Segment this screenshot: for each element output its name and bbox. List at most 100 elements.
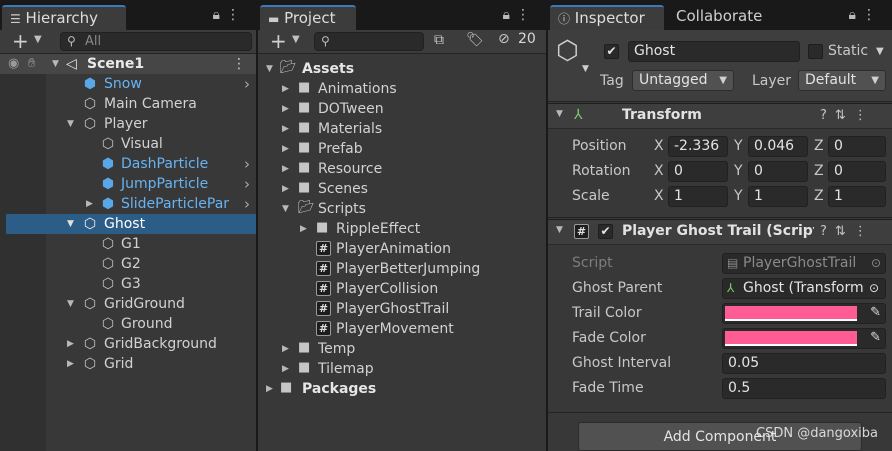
lock-icon[interactable]: 🔒︎ (849, 7, 862, 23)
hierarchy-item-dashparticle[interactable]: ⬢ DashParticle › (0, 154, 256, 174)
scene-menu-icon[interactable]: ⋮ (232, 54, 246, 74)
lock-icon[interactable]: 🔒︎ (213, 7, 226, 23)
project-script-playeranimation[interactable]: # PlayerAnimation (258, 239, 546, 259)
create-dropdown-icon[interactable]: ▼ (292, 34, 300, 45)
project-script-playercollision[interactable]: # PlayerCollision (258, 279, 546, 299)
collapsed-caret-icon[interactable]: ▶ (300, 219, 307, 239)
position-x-field[interactable]: -2.336 (668, 136, 728, 157)
scale-y-field[interactable]: 1 (748, 186, 808, 207)
object-picker-icon[interactable]: ⊙ (863, 279, 885, 298)
icon-dropdown-icon[interactable]: ▼ (582, 64, 589, 74)
tag-dropdown[interactable]: Untagged ▼ (632, 70, 734, 91)
create-button[interactable]: + (12, 30, 29, 52)
tab-collaborate[interactable]: Collaborate (676, 5, 762, 30)
kebab-menu-icon[interactable]: ⋮ (854, 224, 875, 239)
project-folder-prefab[interactable]: ▶ ■ Prefab (258, 139, 546, 159)
fade-color-swatch[interactable] (725, 331, 857, 346)
hierarchy-item-snow[interactable]: ⬢ Snow › (0, 74, 256, 94)
open-prefab-arrow-icon[interactable]: › (244, 174, 250, 194)
trail-color-field[interactable]: ✎ (722, 303, 886, 324)
kebab-menu-icon[interactable]: ⋮ (226, 7, 246, 23)
expand-caret-icon[interactable]: ▼ (67, 114, 74, 134)
collapsed-caret-icon[interactable]: ▶ (282, 339, 289, 359)
tab-project[interactable]: ▬ Project (260, 5, 356, 30)
ghost-interval-field[interactable]: 0.05 (722, 353, 886, 374)
collapsed-caret-icon[interactable]: ▶ (67, 334, 74, 354)
trail-color-swatch[interactable] (725, 306, 857, 321)
project-folder-temp[interactable]: ▶ ■ Temp (258, 339, 546, 359)
scene-expand-caret-icon[interactable]: ▼ (52, 54, 59, 74)
rotation-x-field[interactable]: 0 (668, 161, 728, 182)
project-folder-resource[interactable]: ▶ ■ Resource (258, 159, 546, 179)
lock-icon[interactable]: 🔒︎ (503, 7, 516, 23)
transform-header[interactable]: ▼ ⅄ Transform ?⇅⋮ (548, 103, 892, 129)
fade-color-field[interactable]: ✎ (722, 328, 886, 349)
eyedropper-icon[interactable]: ✎ (870, 305, 881, 320)
scale-z-field[interactable]: 1 (828, 186, 886, 207)
object-name-field[interactable]: Ghost (628, 41, 800, 62)
hierarchy-item-slideparticle[interactable]: ▶ ⬢ SlideParticlePar › (0, 194, 256, 214)
pickable-hand-icon[interactable]: ✋︎ (28, 54, 35, 74)
collapsed-caret-icon[interactable]: ▶ (282, 359, 289, 379)
position-y-field[interactable]: 0.046 (748, 136, 808, 157)
hierarchy-item-g3[interactable]: ⬡ G3 (0, 274, 256, 294)
search-by-label-icon[interactable]: 🏷︎ (466, 32, 484, 48)
expand-caret-icon[interactable]: ▼ (67, 294, 74, 314)
position-z-field[interactable]: 0 (828, 136, 886, 157)
hierarchy-item-gridground[interactable]: ▼ ⬡ GridGround (0, 294, 256, 314)
component-enabled-checkbox[interactable]: ✔ (598, 224, 613, 239)
project-folder-animations[interactable]: ▶ ■ Animations (258, 79, 546, 99)
hierarchy-item-ground[interactable]: ⬡ Ground (0, 314, 256, 334)
rotation-z-field[interactable]: 0 (828, 161, 886, 182)
rotation-y-field[interactable]: 0 (748, 161, 808, 182)
project-search-input[interactable]: ⚲ (314, 32, 424, 51)
kebab-menu-icon[interactable]: ⋮ (854, 108, 875, 123)
collapsed-caret-icon[interactable]: ▶ (282, 159, 289, 179)
collapsed-caret-icon[interactable]: ▶ (266, 379, 273, 399)
project-script-playerghosttrail[interactable]: # PlayerGhostTrail (258, 299, 546, 319)
collapsed-caret-icon[interactable]: ▶ (282, 139, 289, 159)
hierarchy-item-g2[interactable]: ⬡ G2 (0, 254, 256, 274)
help-icon[interactable]: ? (820, 108, 835, 123)
hierarchy-search-input[interactable]: ⚲ All (60, 32, 252, 51)
project-packages-root[interactable]: ▶ ■ Packages (258, 379, 546, 399)
tab-inspector[interactable]: ⓘ Inspector (550, 5, 664, 30)
hierarchy-item-jumpparticle[interactable]: ⬢ JumpParticle › (0, 174, 256, 194)
collapsed-caret-icon[interactable]: ▶ (282, 99, 289, 119)
hierarchy-item-g1[interactable]: ⬡ G1 (0, 234, 256, 254)
open-prefab-arrow-icon[interactable]: › (244, 194, 250, 214)
ghost-trail-header[interactable]: ▼ # ✔ Player Ghost Trail (Script) ?⇅⋮ (548, 219, 892, 245)
collapsed-caret-icon[interactable]: ▶ (282, 119, 289, 139)
hidden-packages-icon[interactable]: ⊘ (498, 31, 510, 47)
create-asset-button[interactable]: + (270, 30, 287, 52)
presets-icon[interactable]: ⇅ (835, 108, 854, 123)
scene-header-row[interactable]: ◉ ✋︎ ▼ ◁ Scene1 ⋮ (0, 54, 256, 74)
presets-icon[interactable]: ⇅ (835, 224, 854, 239)
project-folder-scripts[interactable]: ▼ 📂︎ Scripts (258, 199, 546, 219)
expand-caret-icon[interactable]: ▼ (266, 59, 273, 79)
project-folder-materials[interactable]: ▶ ■ Materials (258, 119, 546, 139)
ghost-parent-field[interactable]: ⅄ Ghost (Transform ⊙ (722, 278, 886, 299)
open-prefab-arrow-icon[interactable]: › (244, 74, 250, 94)
active-checkbox[interactable]: ✔ (604, 44, 619, 59)
collapsed-caret-icon[interactable]: ▶ (282, 79, 289, 99)
expand-caret-icon[interactable]: ▼ (556, 225, 563, 235)
kebab-menu-icon[interactable]: ⋮ (516, 7, 536, 23)
project-folder-dotween[interactable]: ▶ ■ DOTween (258, 99, 546, 119)
scale-x-field[interactable]: 1 (668, 186, 728, 207)
project-script-playerbetterjumping[interactable]: # PlayerBetterJumping (258, 259, 546, 279)
static-dropdown-icon[interactable]: ▼ (876, 46, 884, 57)
collapsed-caret-icon[interactable]: ▶ (86, 194, 93, 214)
visibility-eye-icon[interactable]: ◉ (8, 54, 19, 74)
static-checkbox[interactable] (808, 44, 823, 59)
project-folder-scenes[interactable]: ▶ ■ Scenes (258, 179, 546, 199)
fade-time-field[interactable]: 0.5 (722, 378, 886, 399)
hierarchy-item-player[interactable]: ▼ ⬡ Player (0, 114, 256, 134)
hierarchy-item-ghost[interactable]: ▼ ⬡ Ghost (6, 214, 256, 234)
collapsed-caret-icon[interactable]: ▶ (282, 179, 289, 199)
open-prefab-arrow-icon[interactable]: › (244, 154, 250, 174)
kebab-menu-icon[interactable]: ⋮ (862, 7, 882, 23)
project-assets-root[interactable]: ▼ 📂︎ Assets (258, 59, 546, 79)
project-script-playermovement[interactable]: # PlayerMovement (258, 319, 546, 339)
tab-hierarchy[interactable]: ☰ Hierarchy (2, 5, 126, 30)
